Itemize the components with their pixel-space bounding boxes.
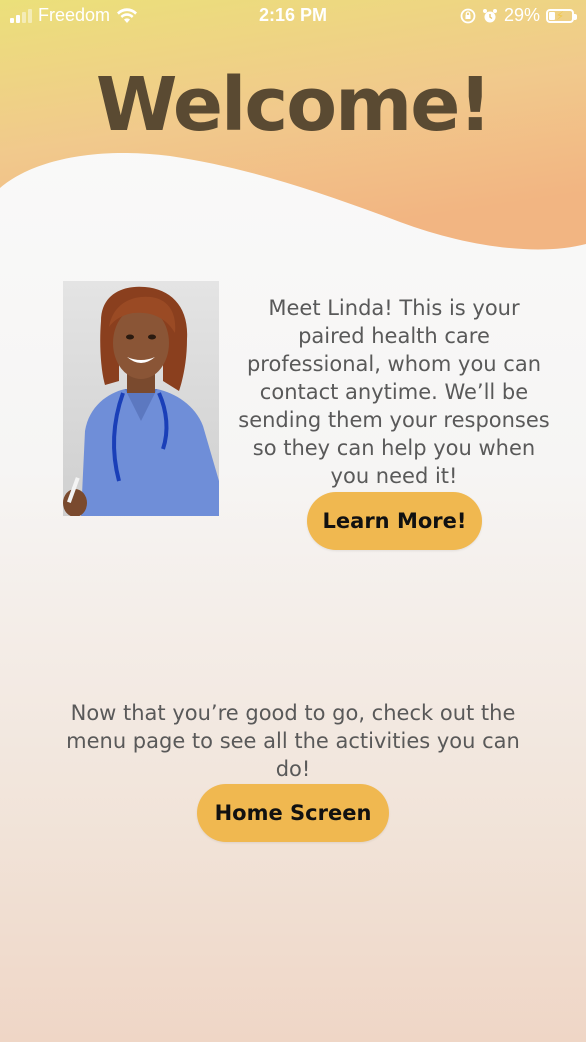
charging-bolt-icon: ⚡ (555, 8, 565, 23)
next-steps-text: Now that you’re good to go, check out th… (66, 701, 520, 781)
orientation-lock-icon (460, 8, 476, 23)
status-bar: Freedom 2:16 PM 29% ⚡ (0, 0, 586, 34)
battery-charging-icon: ⚡ (546, 8, 577, 23)
home-screen-button[interactable]: Home Screen (197, 784, 389, 842)
battery-percent: 29% (503, 5, 540, 25)
page-title: Welcome! (95, 62, 492, 148)
learn-more-button[interactable]: Learn More! (307, 492, 482, 550)
status-right: 29% ⚡ (460, 5, 577, 26)
alarm-icon (482, 8, 497, 22)
professional-intro-text: Meet Linda! This is your paired health c… (238, 296, 550, 488)
professional-photo-image (63, 281, 219, 516)
professional-photo (63, 281, 219, 516)
